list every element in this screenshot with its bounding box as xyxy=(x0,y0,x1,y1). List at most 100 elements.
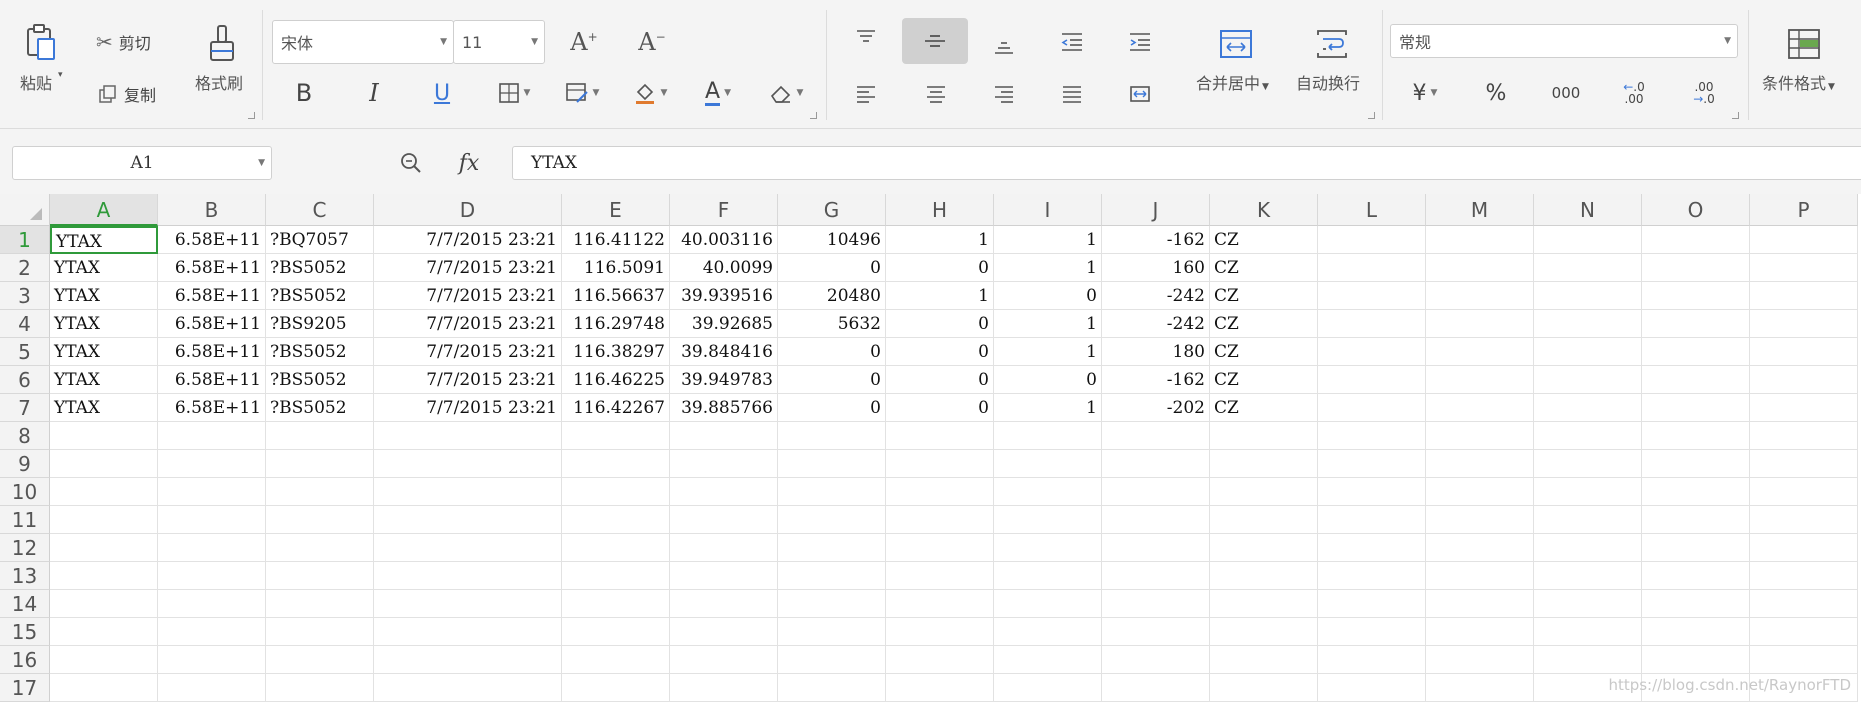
cell[interactable] xyxy=(1750,478,1858,506)
cell[interactable]: 7/7/2015 23:21 xyxy=(374,226,562,254)
cell[interactable] xyxy=(670,534,778,562)
cell[interactable] xyxy=(886,478,994,506)
cell[interactable] xyxy=(1534,450,1642,478)
cell[interactable]: ?BS9205 xyxy=(266,310,374,338)
cell[interactable] xyxy=(50,674,158,702)
cell[interactable] xyxy=(778,506,886,534)
cell[interactable]: 7/7/2015 23:21 xyxy=(374,282,562,310)
cell[interactable] xyxy=(1426,618,1534,646)
cell[interactable] xyxy=(1102,590,1210,618)
cell[interactable] xyxy=(670,562,778,590)
clear-button[interactable]: ▼ xyxy=(762,76,810,110)
row-header[interactable]: 15 xyxy=(0,618,50,646)
cell[interactable]: YTAX xyxy=(50,310,158,338)
cell[interactable] xyxy=(1210,534,1318,562)
cell[interactable]: 6.58E+11 xyxy=(158,254,266,282)
cell[interactable] xyxy=(158,674,266,702)
cell[interactable] xyxy=(1102,646,1210,674)
cell[interactable] xyxy=(158,646,266,674)
cell[interactable] xyxy=(1426,254,1534,282)
cell[interactable]: 0 xyxy=(994,366,1102,394)
cell[interactable] xyxy=(1102,534,1210,562)
row-header[interactable]: 3 xyxy=(0,282,50,310)
cell[interactable] xyxy=(158,590,266,618)
cell[interactable]: 7/7/2015 23:21 xyxy=(374,310,562,338)
cell[interactable] xyxy=(1426,226,1534,254)
cell[interactable] xyxy=(886,590,994,618)
column-header[interactable]: C xyxy=(266,194,374,226)
align-center-button[interactable] xyxy=(916,74,956,114)
cell[interactable] xyxy=(1210,450,1318,478)
cell[interactable] xyxy=(266,618,374,646)
cell[interactable]: 180 xyxy=(1102,338,1210,366)
cell-style-button[interactable]: ▼ xyxy=(558,76,606,110)
cell[interactable] xyxy=(1750,226,1858,254)
cell[interactable] xyxy=(158,478,266,506)
cell[interactable] xyxy=(50,450,158,478)
cell[interactable] xyxy=(778,674,886,702)
cell[interactable]: 6.58E+11 xyxy=(158,366,266,394)
cell[interactable] xyxy=(1642,226,1750,254)
cell[interactable]: 1 xyxy=(994,254,1102,282)
cell[interactable]: 6.58E+11 xyxy=(158,226,266,254)
cell[interactable] xyxy=(778,422,886,450)
cell[interactable]: 7/7/2015 23:21 xyxy=(374,338,562,366)
cell[interactable] xyxy=(1750,282,1858,310)
cell[interactable]: 0 xyxy=(778,254,886,282)
cell[interactable] xyxy=(778,562,886,590)
increase-indent-button[interactable] xyxy=(1120,22,1160,62)
cell[interactable] xyxy=(158,422,266,450)
cell[interactable]: 39.939516 xyxy=(670,282,778,310)
cell[interactable]: 0 xyxy=(886,310,994,338)
cell[interactable]: CZ xyxy=(1210,394,1318,422)
cell[interactable]: 10496 xyxy=(778,226,886,254)
cell[interactable] xyxy=(1534,366,1642,394)
cell[interactable] xyxy=(1534,422,1642,450)
column-header[interactable]: I xyxy=(994,194,1102,226)
cell[interactable] xyxy=(158,506,266,534)
cell[interactable] xyxy=(1102,618,1210,646)
cell[interactable]: CZ xyxy=(1210,338,1318,366)
column-header[interactable]: O xyxy=(1642,194,1750,226)
cell[interactable] xyxy=(562,618,670,646)
cell[interactable] xyxy=(266,534,374,562)
cell[interactable] xyxy=(1102,422,1210,450)
cell[interactable] xyxy=(374,450,562,478)
cell[interactable] xyxy=(1750,422,1858,450)
cell[interactable] xyxy=(50,506,158,534)
cell[interactable]: -202 xyxy=(1102,394,1210,422)
cut-button[interactable]: ✂ 剪切 xyxy=(96,28,176,56)
cell[interactable] xyxy=(994,590,1102,618)
cell[interactable]: 39.848416 xyxy=(670,338,778,366)
cell[interactable]: 6.58E+11 xyxy=(158,282,266,310)
cell[interactable] xyxy=(158,534,266,562)
cell[interactable] xyxy=(1318,674,1426,702)
row-header[interactable]: 5 xyxy=(0,338,50,366)
cell[interactable] xyxy=(50,422,158,450)
cell[interactable]: CZ xyxy=(1210,366,1318,394)
align-top-button[interactable] xyxy=(846,18,886,58)
cell[interactable] xyxy=(562,646,670,674)
cell[interactable] xyxy=(374,618,562,646)
cell[interactable] xyxy=(1318,366,1426,394)
cell[interactable] xyxy=(374,590,562,618)
bold-button[interactable]: B xyxy=(286,76,322,110)
cell[interactable] xyxy=(1102,506,1210,534)
cell[interactable] xyxy=(562,422,670,450)
cell[interactable] xyxy=(1318,534,1426,562)
cell[interactable] xyxy=(1642,394,1750,422)
cell[interactable] xyxy=(1318,450,1426,478)
cell[interactable]: CZ xyxy=(1210,254,1318,282)
cell[interactable]: 39.885766 xyxy=(670,394,778,422)
cell[interactable] xyxy=(1426,590,1534,618)
paste-dropdown-icon[interactable]: ▾ xyxy=(58,70,63,80)
cell[interactable] xyxy=(1426,506,1534,534)
increase-decimal-button[interactable]: ←.0 .00 xyxy=(1612,74,1656,112)
cell[interactable] xyxy=(1750,450,1858,478)
cell[interactable]: 116.56637 xyxy=(562,282,670,310)
cell[interactable] xyxy=(1642,478,1750,506)
borders-button[interactable]: ▼ xyxy=(490,76,538,110)
cell[interactable] xyxy=(266,478,374,506)
cell[interactable] xyxy=(1642,618,1750,646)
cell[interactable]: 0 xyxy=(778,366,886,394)
